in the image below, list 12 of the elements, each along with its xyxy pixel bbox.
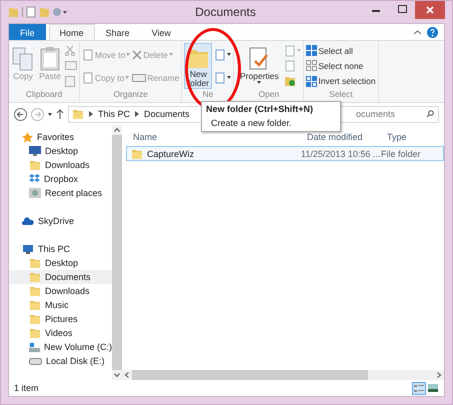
group-label: Ne [201,89,214,101]
tooltip-text: Create a new folder. [210,118,293,128]
table-cell: 11/25/2013 10:56 ... [301,148,381,158]
status-text: 1 item [14,383,39,393]
window-title: Documents [194,5,257,19]
table-cell: CaptureWiz [131,148,301,160]
group-label: Organize [112,89,149,101]
group-label: Select [328,89,354,101]
tooltip-title: New folder (Ctrl+Shift+N) [206,104,314,114]
group-label: Clipboard [24,89,64,101]
table-cell-text: File folder [381,148,422,158]
group-label: Open [257,89,280,101]
